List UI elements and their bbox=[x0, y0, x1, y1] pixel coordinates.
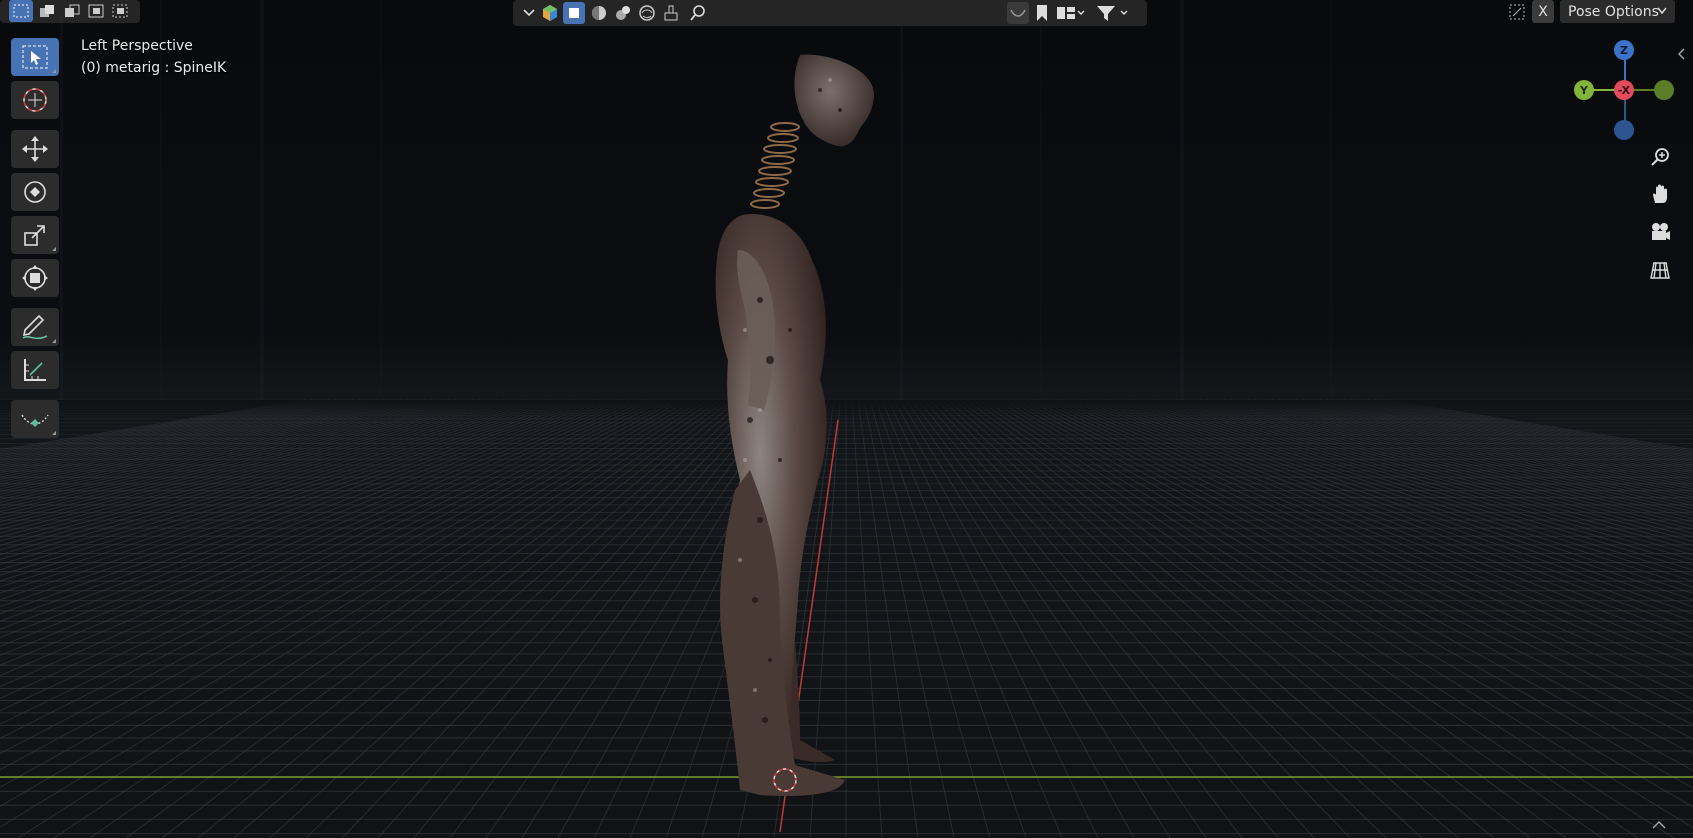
select-difference-icon[interactable] bbox=[84, 0, 108, 22]
zoom-icon[interactable] bbox=[1646, 143, 1674, 171]
tool-measure[interactable] bbox=[11, 351, 59, 389]
gizmo-z[interactable]: Z bbox=[1614, 40, 1634, 60]
material-shading-icon[interactable] bbox=[612, 2, 634, 24]
viewport-header bbox=[513, 0, 1147, 26]
layout-icon[interactable] bbox=[1054, 2, 1088, 24]
gizmo-y[interactable]: Y bbox=[1574, 80, 1594, 100]
tool-scale[interactable] bbox=[11, 216, 59, 254]
bone-relax-icon bbox=[21, 414, 49, 427]
camera-icon[interactable] bbox=[1646, 218, 1674, 246]
sidebar-toggle-icon[interactable] bbox=[1676, 48, 1686, 60]
cursor-icon bbox=[23, 88, 47, 112]
chevron-down-icon bbox=[1657, 7, 1667, 15]
transform-icon bbox=[22, 265, 48, 291]
select-extend-icon[interactable] bbox=[35, 0, 59, 22]
grid-view-icon[interactable] bbox=[1646, 256, 1674, 284]
hand-pan-icon[interactable] bbox=[1646, 180, 1674, 208]
chevron-up-icon[interactable] bbox=[1652, 820, 1666, 830]
scene-render bbox=[0, 0, 1693, 838]
select-new-icon[interactable] bbox=[9, 0, 33, 22]
backdrop-curtains bbox=[60, 0, 1332, 400]
tool-move[interactable] bbox=[11, 130, 59, 168]
pose-options-dropdown[interactable]: Pose Options bbox=[1560, 0, 1675, 23]
rendered-shading-icon[interactable] bbox=[636, 2, 658, 24]
search-input[interactable] bbox=[711, 3, 916, 23]
annotate-icon bbox=[22, 314, 48, 340]
curve-icon[interactable] bbox=[1007, 2, 1029, 24]
select-mode-group bbox=[0, 0, 140, 23]
object-info: (0) metarig : SpineIK bbox=[81, 60, 227, 76]
chevron-down-icon[interactable] bbox=[521, 2, 537, 24]
search-icon[interactable] bbox=[687, 2, 709, 24]
3d-viewport[interactable]: Left Perspective (0) metarig : SpineIK X… bbox=[0, 0, 1693, 838]
select-box-icon bbox=[22, 45, 48, 69]
gizmo-neg-x[interactable]: -X bbox=[1614, 80, 1634, 100]
tool-cursor[interactable] bbox=[11, 81, 59, 119]
filter-icon[interactable] bbox=[1093, 2, 1133, 24]
solid-shading-icon[interactable] bbox=[588, 2, 610, 24]
x-mirror-toggle[interactable]: X bbox=[1532, 0, 1554, 23]
select-intersect-icon[interactable] bbox=[108, 0, 132, 22]
selectability-icon[interactable] bbox=[563, 2, 585, 24]
tool-bone-relax[interactable] bbox=[11, 400, 59, 438]
brush-icon[interactable] bbox=[660, 2, 682, 24]
object-type-visibility-icon[interactable] bbox=[540, 2, 560, 24]
scale-icon bbox=[24, 225, 45, 246]
gizmo-neg-z[interactable] bbox=[1614, 120, 1634, 140]
tool-select-box[interactable] bbox=[11, 38, 59, 76]
pose-options-label: Pose Options bbox=[1568, 3, 1659, 20]
view-name: Left Perspective bbox=[81, 38, 193, 54]
move-icon bbox=[22, 136, 48, 162]
measure-icon bbox=[24, 359, 46, 381]
xray-icon[interactable] bbox=[1505, 0, 1529, 23]
tool-annotate[interactable] bbox=[11, 308, 59, 346]
tool-transform[interactable] bbox=[11, 259, 59, 297]
bookmark-icon[interactable] bbox=[1032, 2, 1052, 24]
tool-rotate[interactable] bbox=[11, 173, 59, 211]
gizmo-neg-y[interactable] bbox=[1654, 80, 1674, 100]
rotate-icon bbox=[24, 181, 46, 203]
select-subtract-icon[interactable] bbox=[60, 0, 84, 22]
